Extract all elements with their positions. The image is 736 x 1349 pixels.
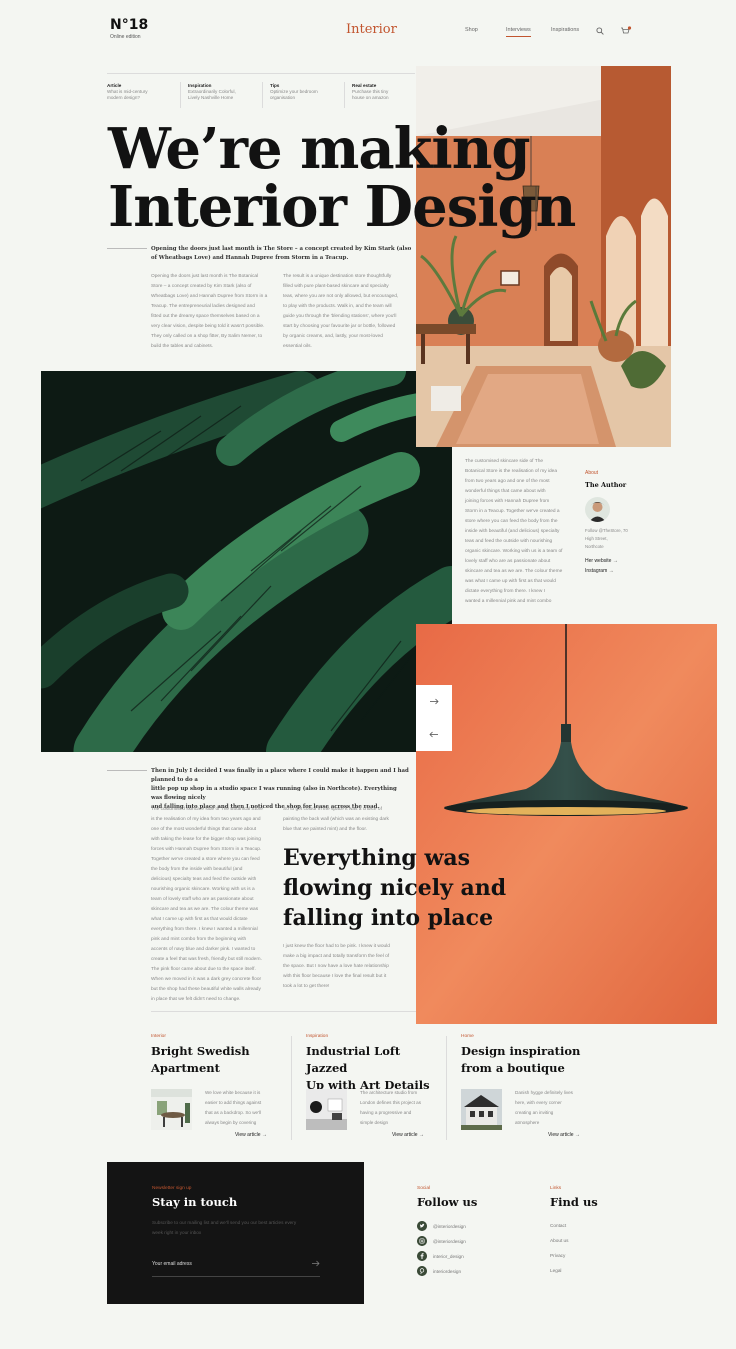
arrow-right-icon: →: [608, 568, 614, 574]
link-legal[interactable]: Legal: [550, 1268, 561, 1273]
submit-arrow-icon[interactable]: [311, 1260, 320, 1267]
palm-leaves-photo: [41, 371, 452, 752]
brand-logo[interactable]: Interior: [346, 22, 397, 37]
card-text: We love white because it is easier to add…: [205, 1090, 262, 1125]
edition-label: Online edition: [110, 34, 141, 40]
email-input[interactable]: Your email adress: [152, 1261, 192, 1267]
search-icon[interactable]: [596, 27, 604, 35]
lede-rule: [107, 248, 147, 249]
arrow-right-icon: →: [418, 1132, 424, 1138]
link-privacy[interactable]: Privacy: [550, 1253, 565, 1258]
social-instagram[interactable]: @interiordesign: [417, 1236, 466, 1246]
strip-item-article[interactable]: Article What is mid-century modern design?: [107, 82, 177, 101]
section-divider: [151, 1011, 416, 1012]
author-title: The Author: [585, 481, 627, 489]
newsletter-title: Stay in touch: [152, 1195, 238, 1209]
section-rule: [107, 770, 147, 771]
link-contact[interactable]: Contact: [550, 1223, 566, 1228]
section-column-2-bottom: I just knew the floor had to be pink. I …: [283, 944, 390, 989]
social-category: Social: [417, 1186, 431, 1191]
newsletter-category: Newsletter sign up: [152, 1186, 192, 1191]
facebook-icon: [417, 1251, 427, 1261]
nav-interviews[interactable]: Interviews: [506, 27, 531, 37]
arrow-left-icon: [429, 731, 438, 738]
view-article-link[interactable]: View article →: [235, 1132, 267, 1138]
newsletter-description: Subscribe to our mailing list and we'll …: [152, 1220, 297, 1235]
section-column-2-top: So to get colour in the space it was a c…: [283, 807, 389, 832]
arrow-right-icon: [430, 698, 439, 705]
pull-quote: Everything was flowing nicely and falling …: [283, 845, 507, 931]
arrow-right-icon: →: [261, 1132, 267, 1138]
email-underline: [152, 1276, 320, 1277]
strip-item-inspiration[interactable]: Inspiration Extraordinarily Colorful, Live…: [188, 82, 258, 101]
card-separator: [291, 1036, 292, 1140]
side-article-text: The customised skincare side of The Botan…: [465, 459, 563, 604]
view-article-link[interactable]: View article →: [392, 1132, 424, 1138]
about-heading: About: [585, 470, 599, 476]
card-separator: [446, 1036, 447, 1140]
nav-inspirations[interactable]: Inspirations: [551, 27, 579, 33]
pendant-lamp-photo: [416, 624, 717, 1024]
card-thumbnail[interactable]: [461, 1089, 502, 1130]
links-title: Find us: [550, 1195, 598, 1209]
link-about-us[interactable]: About us: [550, 1238, 569, 1243]
prev-button[interactable]: [416, 718, 452, 751]
section-column-1: The customised skincare side of The Bota…: [151, 807, 263, 1002]
card-thumbnail[interactable]: [306, 1089, 347, 1130]
card-text: The architecture studio from London defin…: [360, 1090, 422, 1125]
social-pinterest[interactable]: interiordesign: [417, 1266, 461, 1276]
article-card-swedish[interactable]: Interior Bright Swedish Apartment: [151, 1034, 286, 1077]
arrow-right-icon: →: [612, 558, 618, 564]
hero-lede: Opening the doors just last month is The…: [151, 246, 412, 261]
article-card-boutique[interactable]: Home Design inspiration from a boutique: [461, 1034, 596, 1077]
social-facebook[interactable]: interior_design: [417, 1251, 464, 1261]
arrow-right-icon: →: [574, 1132, 580, 1138]
hero-column-2: The result is a unique destination store…: [283, 274, 399, 349]
strip-separator: [180, 82, 181, 108]
twitter-icon: [417, 1221, 427, 1231]
strip-separator: [262, 82, 263, 108]
issue-number: N°18: [110, 17, 149, 33]
links-category: Links: [550, 1186, 562, 1191]
pinterest-icon: [417, 1266, 427, 1276]
hero-column-1: Opening the doors just last month is The…: [151, 274, 268, 349]
strip-separator: [344, 82, 345, 108]
hero-title: We’re making Interior Design: [108, 116, 576, 240]
next-button[interactable]: [416, 685, 452, 718]
cart-icon[interactable]: [620, 26, 632, 36]
nav-shop[interactable]: Shop: [465, 27, 478, 33]
social-title: Follow us: [417, 1195, 478, 1209]
strip-item-real-estate[interactable]: Real estate Purchase this tiny house on am…: [352, 82, 422, 101]
instagram-icon: [417, 1236, 427, 1246]
author-instagram-link[interactable]: Instagram →: [585, 568, 614, 574]
avatar: [585, 497, 610, 522]
strip-divider: [107, 73, 415, 74]
author-meta: Follow @TheStore, 70 High Street, Northcot…: [585, 528, 628, 549]
strip-item-tips[interactable]: Tips Optimize your bedroom organisation: [270, 82, 340, 101]
view-article-link[interactable]: View article →: [548, 1132, 580, 1138]
card-text: Danish hygge definitely lives here, with …: [515, 1090, 573, 1125]
social-twitter[interactable]: @interiordesign: [417, 1221, 466, 1231]
card-thumbnail[interactable]: [151, 1089, 192, 1130]
article-card-loft[interactable]: Inspiration Industrial Loft Jazzed Up wit…: [306, 1034, 441, 1094]
author-website-link[interactable]: Her website →: [585, 558, 618, 564]
